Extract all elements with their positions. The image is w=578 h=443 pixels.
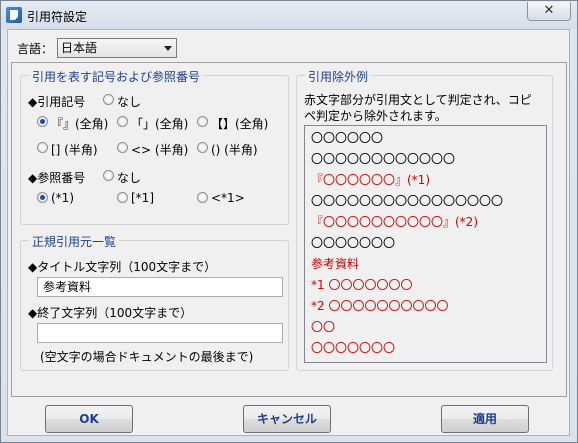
exclusion-description-line1: 赤文字部分が引用文として判定され、コピ (304, 93, 532, 107)
quote-mark-label: ◆引用記号 (28, 95, 86, 109)
ref-option-radio-0[interactable] (37, 192, 48, 203)
quote-option-radio-2[interactable] (197, 116, 208, 127)
quote-option-label-3: [] (半角) (51, 143, 98, 157)
quote-option-label-4: <> (半角) (131, 143, 189, 157)
ref-option-label-2: <*1> (211, 191, 245, 205)
sample-line: 〇〇〇〇〇〇〇 (311, 236, 396, 250)
quote-option-label-2: 【】(全角) (211, 117, 269, 131)
language-label: 言語： (17, 42, 54, 56)
language-select[interactable]: 日本語 (57, 38, 177, 58)
chevron-down-icon (164, 46, 172, 51)
sample-line: *1 〇〇〇〇〇〇〇 (311, 278, 413, 292)
close-button[interactable]: ✕ (527, 2, 571, 21)
ref-none-label: なし (117, 171, 142, 185)
exclusion-description-line2: ペ判定から除外されます。 (304, 109, 447, 123)
end-string-note: (空文字の場合ドキュメントの最後まで) (40, 350, 254, 364)
ref-number-label: ◆参照番号 (28, 171, 86, 185)
quote-option-radio-1[interactable] (117, 116, 128, 127)
sample-line: 〇〇〇〇〇〇〇〇〇〇〇〇 (311, 152, 456, 166)
sample-line: 『〇〇〇〇〇〇』(*1) (311, 173, 430, 187)
end-string-input[interactable] (37, 323, 283, 343)
title-string-label: ◆タイトル文字列（100文字まで） (28, 260, 217, 274)
sample-line: 参考資料 (311, 257, 360, 271)
ref-option-radio-1[interactable] (117, 192, 128, 203)
quote-option-radio-3[interactable] (37, 142, 48, 153)
quote-none-label: なし (117, 95, 142, 109)
group-exclusion-example-title: 引用除外例 (305, 68, 372, 85)
end-string-label: ◆終了文字列（100文字まで） (28, 306, 193, 320)
app-icon (6, 7, 22, 23)
group-citation-sources-title: 正規引用元一覧 (29, 233, 120, 250)
window-title: 引用符設定 (27, 10, 88, 24)
title-bar[interactable]: 引用符設定 ✕ (1, 1, 577, 29)
title-string-input[interactable]: 参考資料 (37, 277, 283, 297)
sample-line: 〇〇〇〇〇〇〇〇〇〇〇〇〇〇〇〇 (311, 194, 504, 208)
apply-button[interactable]: 適用 (441, 405, 529, 433)
sample-line: 〇〇〇〇〇〇 (311, 131, 384, 145)
ref-option-radio-2[interactable] (197, 192, 208, 203)
ref-none-radio[interactable] (103, 170, 114, 181)
quote-option-label-0: 『』(全角) (51, 117, 109, 131)
quote-option-radio-5[interactable] (197, 142, 208, 153)
close-icon: ✕ (543, 3, 555, 18)
exclusion-sample-box: 〇〇〇〇〇〇 〇〇〇〇〇〇〇〇〇〇〇〇 『〇〇〇〇〇〇』(*1) 〇〇〇〇〇〇〇… (304, 125, 547, 363)
ref-option-label-1: [*1] (131, 191, 154, 205)
quote-option-radio-4[interactable] (117, 142, 128, 153)
sample-line: 〇〇〇〇〇〇〇 (311, 341, 396, 355)
sample-line: *2 〇〇〇〇〇〇〇〇〇〇 (311, 299, 449, 313)
group-quote-marks-title: 引用を表す記号および参照番号 (29, 68, 204, 85)
ok-button[interactable]: OK (45, 405, 133, 433)
quote-option-label-5: () (半角) (211, 143, 258, 157)
quote-option-radio-0[interactable] (37, 116, 48, 127)
sample-line: 『〇〇〇〇〇〇〇〇〇〇』(*2) (311, 215, 478, 229)
cancel-button[interactable]: キャンセル (243, 405, 331, 433)
sample-line: 〇〇 (311, 320, 336, 334)
quote-none-radio[interactable] (103, 94, 114, 105)
ref-option-label-0: (*1) (51, 191, 74, 205)
quote-option-label-1: 「」(全角) (131, 117, 189, 131)
title-string-value: 参考資料 (43, 280, 92, 294)
language-selected-value: 日本語 (61, 41, 98, 55)
